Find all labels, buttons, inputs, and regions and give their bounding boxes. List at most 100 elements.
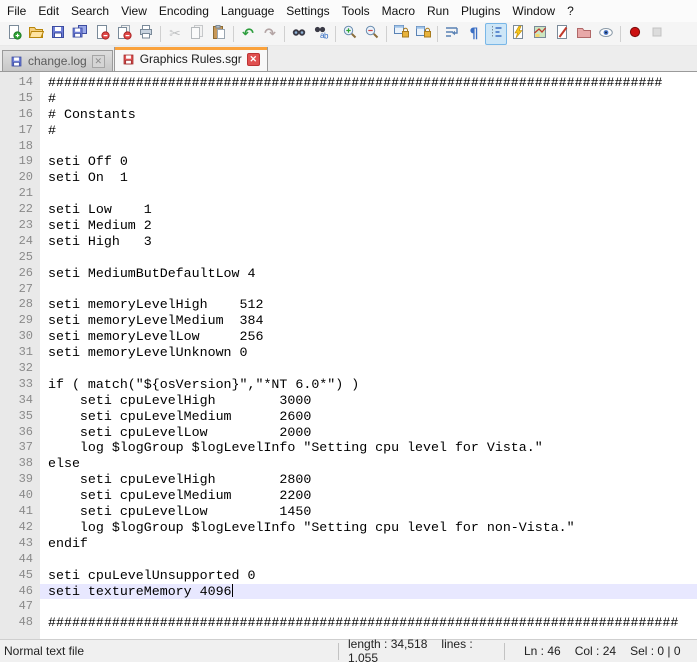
code-text[interactable] — [40, 361, 697, 377]
paste-button[interactable] — [208, 23, 230, 45]
editor-line: 31seti memoryLevelUnknown 0 — [0, 345, 697, 361]
code-text[interactable]: else — [40, 456, 697, 472]
user-define-dialog-button[interactable] — [507, 23, 529, 45]
redo-button[interactable]: ↷ — [259, 23, 281, 45]
code-text[interactable]: seti cpuLevelHigh 2800 — [40, 472, 697, 488]
menu-item-encoding[interactable]: Encoding — [153, 1, 215, 21]
status-doc-size: length : 34,518lines : 1,055 — [339, 637, 504, 662]
save-all-button[interactable] — [69, 23, 91, 45]
code-text[interactable]: seti cpuLevelLow 1450 — [40, 504, 697, 520]
line-number: 16 — [0, 107, 40, 123]
status-doc-type: Normal text file — [0, 644, 338, 658]
new-file-button[interactable] — [3, 23, 25, 45]
cut-button[interactable]: ✂ — [164, 23, 186, 45]
open-file-button[interactable] — [25, 23, 47, 45]
function-list-button[interactable] — [551, 23, 573, 45]
monitoring-button[interactable] — [595, 23, 617, 45]
folder-as-workspace-button[interactable] — [573, 23, 595, 45]
redo-icon: ↷ — [264, 26, 276, 41]
code-text[interactable]: seti Off 0 — [40, 154, 697, 170]
menu-item-view[interactable]: View — [115, 1, 153, 21]
code-text[interactable]: endif — [40, 536, 697, 552]
save-all-icon — [72, 24, 88, 43]
folder-as-workspace-icon — [576, 24, 592, 43]
tab-change-log[interactable]: change.log✕ — [2, 50, 113, 71]
menu-item-run[interactable]: Run — [421, 1, 455, 21]
code-text[interactable] — [40, 552, 697, 568]
code-text[interactable]: ########################################… — [40, 75, 697, 91]
close-file-icon — [94, 24, 110, 43]
code-text[interactable] — [40, 139, 697, 155]
close-all-button[interactable] — [113, 23, 135, 45]
code-text[interactable] — [40, 250, 697, 266]
code-text[interactable]: # — [40, 91, 697, 107]
code-text[interactable]: # — [40, 123, 697, 139]
code-text[interactable] — [40, 282, 697, 298]
word-wrap-button[interactable] — [441, 23, 463, 45]
menu-item-search[interactable]: Search — [65, 1, 115, 21]
find-icon — [291, 24, 307, 43]
show-all-characters-button[interactable]: ¶ — [463, 23, 485, 45]
menu-item-file[interactable]: File — [1, 1, 32, 21]
editor-line: 26seti MediumButDefaultLow 4 — [0, 266, 697, 282]
print-icon — [138, 24, 154, 43]
editor-line: 27 — [0, 282, 697, 298]
menu-item-window[interactable]: Window — [506, 1, 561, 21]
code-text[interactable]: seti MediumButDefaultLow 4 — [40, 266, 697, 282]
menu-item-settings[interactable]: Settings — [280, 1, 335, 21]
print-button[interactable] — [135, 23, 157, 45]
zoom-in-button[interactable] — [339, 23, 361, 45]
menu-item-help[interactable]: ? — [561, 1, 580, 21]
copy-icon — [189, 24, 205, 43]
editor-line: 21 — [0, 186, 697, 202]
code-text[interactable]: # Constants — [40, 107, 697, 123]
copy-button[interactable] — [186, 23, 208, 45]
code-text[interactable]: if ( match("${osVersion}","*NT 6.0*") ) — [40, 377, 697, 393]
editor-area[interactable]: 14######################################… — [0, 72, 697, 639]
document-map-button[interactable] — [529, 23, 551, 45]
code-text[interactable]: seti High 3 — [40, 234, 697, 250]
editor-line: 39 seti cpuLevelHigh 2800 — [0, 472, 697, 488]
code-text[interactable]: seti cpuLevelHigh 3000 — [40, 393, 697, 409]
menu-item-tools[interactable]: Tools — [336, 1, 376, 21]
code-text[interactable]: seti cpuLevelMedium 2600 — [40, 409, 697, 425]
code-text[interactable] — [40, 599, 697, 615]
record-macro-button[interactable] — [624, 23, 646, 45]
menu-item-language[interactable]: Language — [215, 1, 280, 21]
close-tab-icon[interactable]: ✕ — [247, 53, 260, 66]
paste-icon — [211, 24, 227, 43]
code-text[interactable]: seti On 1 — [40, 170, 697, 186]
undo-button[interactable]: ↶ — [237, 23, 259, 45]
find-button[interactable] — [288, 23, 310, 45]
save-file-button[interactable] — [47, 23, 69, 45]
tab-graphics-rules-sgr[interactable]: Graphics Rules.sgr✕ — [114, 47, 268, 71]
code-text[interactable]: seti memoryLevelMedium 384 — [40, 313, 697, 329]
code-text[interactable]: seti memoryLevelUnknown 0 — [40, 345, 697, 361]
code-text[interactable]: seti cpuLevelLow 2000 — [40, 425, 697, 441]
code-text[interactable]: seti Low 1 — [40, 202, 697, 218]
editor-line: 36 seti cpuLevelLow 2000 — [0, 425, 697, 441]
code-text[interactable]: seti memoryLevelHigh 512 — [40, 297, 697, 313]
code-text[interactable] — [40, 186, 697, 202]
code-text[interactable]: seti Medium 2 — [40, 218, 697, 234]
code-text[interactable]: ########################################… — [40, 615, 697, 631]
sync-horizontal-scrolling-button[interactable] — [412, 23, 434, 45]
code-text[interactable]: log $logGroup $logLevelInfo "Setting cpu… — [40, 440, 697, 456]
code-text[interactable]: log $logGroup $logLevelInfo "Setting cpu… — [40, 520, 697, 536]
stop-recording-button[interactable] — [646, 23, 668, 45]
editor-line: 18 — [0, 139, 697, 155]
editor-line: 44 — [0, 552, 697, 568]
close-file-button[interactable] — [91, 23, 113, 45]
code-text[interactable]: seti memoryLevelLow 256 — [40, 329, 697, 345]
close-tab-icon[interactable]: ✕ — [92, 55, 105, 68]
code-text[interactable]: seti textureMemory 4096 — [40, 584, 697, 600]
menu-item-plugins[interactable]: Plugins — [455, 1, 506, 21]
code-text[interactable]: seti cpuLevelUnsupported 0 — [40, 568, 697, 584]
sync-vertical-scrolling-button[interactable] — [390, 23, 412, 45]
code-text[interactable]: seti cpuLevelMedium 2200 — [40, 488, 697, 504]
menu-item-macro[interactable]: Macro — [376, 1, 421, 21]
menu-item-edit[interactable]: Edit — [32, 1, 65, 21]
show-indent-guide-button[interactable] — [485, 23, 507, 45]
replace-button[interactable]: ab — [310, 23, 332, 45]
zoom-out-button[interactable] — [361, 23, 383, 45]
